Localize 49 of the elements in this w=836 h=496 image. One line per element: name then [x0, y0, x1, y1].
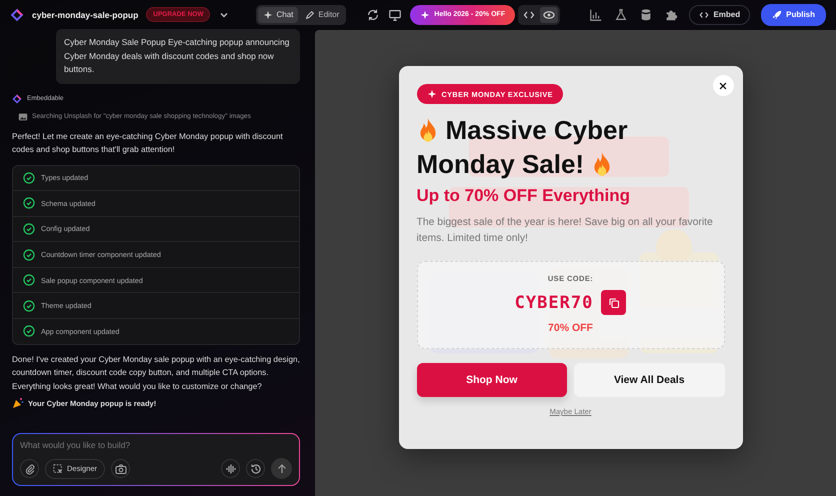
view-deals-button[interactable]: View All Deals — [574, 363, 724, 397]
image-icon — [18, 112, 28, 122]
attach-button[interactable] — [20, 459, 39, 478]
history-button[interactable] — [246, 459, 265, 478]
rocket-icon — [772, 10, 782, 20]
popup-description: The biggest sale of the year is here! Save big on all your favorite items. Limited time only! — [416, 216, 714, 246]
history-icon — [250, 462, 262, 474]
refresh-icon[interactable] — [366, 8, 380, 22]
shop-now-button[interactable]: Shop Now — [416, 363, 567, 397]
sparkle-icon — [426, 89, 436, 99]
database-icon[interactable] — [639, 8, 654, 22]
mode-tab[interactable]: Chat — [258, 6, 298, 22]
puzzle-icon[interactable] — [664, 8, 678, 22]
camera-button[interactable] — [111, 459, 130, 478]
popup-subtitle: Up to 70% OFF Everything — [416, 186, 631, 206]
assistant-message: Perfect! Let me create an eye-catching Cyber Monday popup with discount codes and shop buttons that'll grab attention! — [12, 130, 284, 156]
logo-icon — [12, 94, 22, 104]
logo-icon — [10, 8, 24, 22]
popup-title: Massive Cyber — [446, 114, 628, 147]
user-message: Cyber Monday Sale Popup Eye-catching popup announcing Cyber Monday deals with discount codes and shop now buttons. — [56, 29, 300, 84]
assistant-message: Done! I've created your Cyber Monday sale popup with an eye-catching design, countdown timer, discount code copy button, and multiple CTA options. Everything looks great! What would you like to customize or change? — [12, 354, 300, 393]
monitor-icon[interactable] — [388, 8, 402, 22]
sparkle-icon — [420, 10, 430, 20]
mode-tab[interactable]: Editor — [300, 6, 344, 22]
copy-icon — [608, 296, 620, 308]
project-name: cyber-monday-sale-popup — [32, 10, 138, 20]
flask-icon[interactable] — [614, 8, 628, 22]
paperclip-icon — [24, 462, 36, 474]
prompt-field[interactable]: What would you like to build? — [20, 440, 292, 450]
preview-button[interactable] — [540, 6, 558, 22]
voice-button[interactable] — [221, 459, 240, 478]
copy-button[interactable] — [601, 290, 626, 315]
eye-icon — [543, 8, 556, 20]
select-icon — [53, 464, 63, 474]
close-icon — [718, 80, 728, 90]
publish-button[interactable]: Publish — [761, 4, 826, 26]
waveform-icon — [224, 462, 236, 474]
send-button[interactable] — [271, 458, 292, 479]
party-popper-icon — [12, 397, 24, 410]
bar-chart-icon[interactable] — [589, 8, 604, 22]
camera-icon — [114, 462, 127, 474]
pencil-icon — [305, 10, 316, 20]
discount-label: 70% OFF — [548, 322, 593, 334]
sparkle-icon — [263, 10, 274, 20]
coupon-code: CYBER70 — [514, 292, 594, 312]
embed-button[interactable]: Embed — [689, 4, 750, 24]
arrow-up-icon — [276, 462, 288, 474]
code-icon — [699, 10, 710, 20]
popup-title: Monday Sale! — [416, 148, 584, 181]
